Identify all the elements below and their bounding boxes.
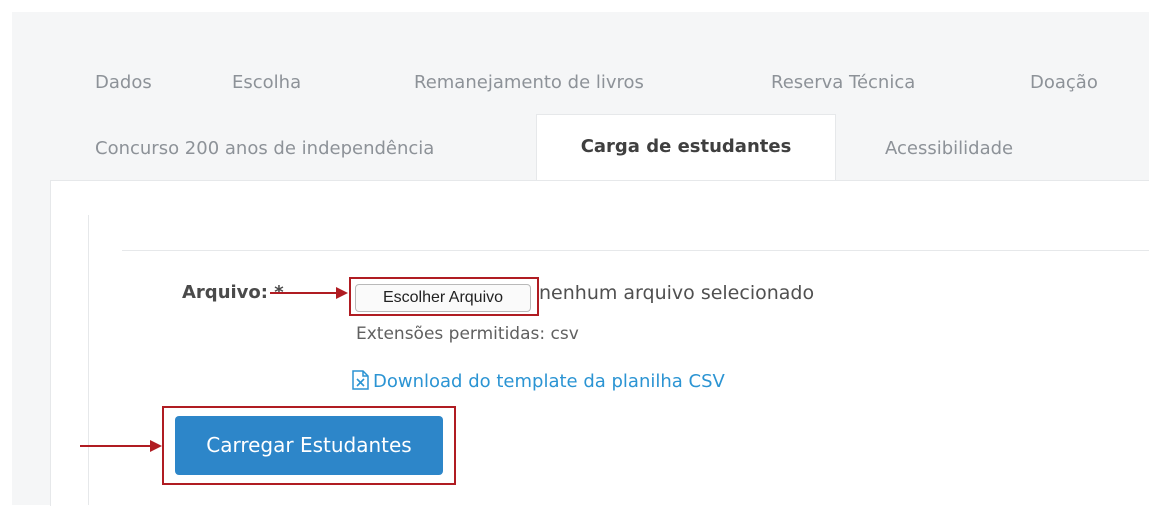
inner-border	[88, 215, 89, 505]
annotation-highlight-box	[349, 277, 539, 316]
allowed-extensions-text: Extensões permitidas: csv	[356, 324, 579, 344]
annotation-arrow-icon	[270, 287, 348, 299]
divider	[122, 250, 1149, 251]
download-template-link[interactable]: Download do template da planilha CSV	[352, 370, 725, 392]
annotation-highlight-box-2	[162, 406, 456, 485]
tab-acessibilidade[interactable]: Acessibilidade	[885, 117, 1013, 181]
download-link-label: Download do template da planilha CSV	[373, 371, 725, 392]
file-field-label: Arquivo: *	[182, 282, 284, 303]
tab-remanejamento[interactable]: Remanejamento de livros	[414, 51, 644, 115]
tab-escolha[interactable]: Escolha	[232, 51, 301, 115]
no-file-selected-text: nenhum arquivo selecionado	[539, 282, 815, 304]
tab-doacao[interactable]: Doação	[1030, 51, 1098, 115]
tab-reserva-tecnica[interactable]: Reserva Técnica	[771, 51, 915, 115]
excel-file-icon	[352, 370, 369, 390]
tab-concurso[interactable]: Concurso 200 anos de independência	[95, 117, 434, 181]
tab-dados[interactable]: Dados	[95, 51, 152, 115]
annotation-arrow-icon	[80, 440, 162, 452]
tab-carga-estudantes[interactable]: Carga de estudantes	[536, 114, 836, 182]
